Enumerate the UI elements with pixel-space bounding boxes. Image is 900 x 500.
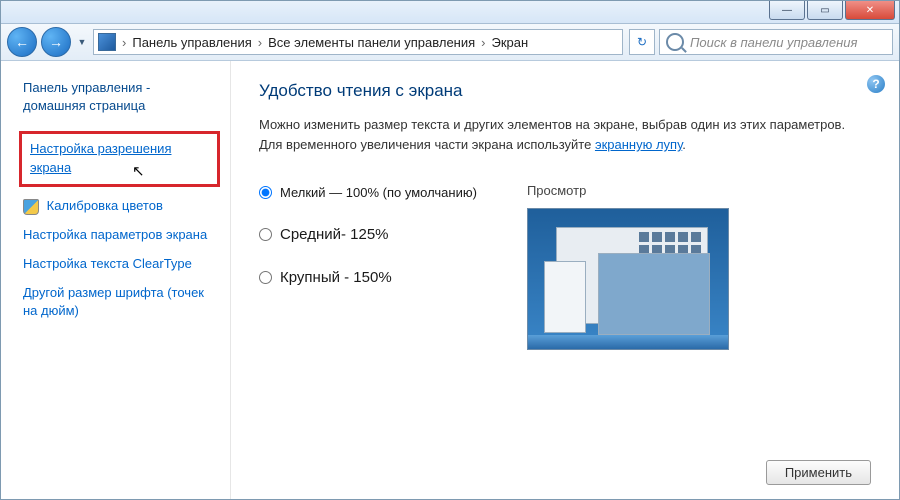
main-content: ? Удобство чтения с экрана Можно изменит… [231, 61, 899, 500]
breadcrumb-separator: › [256, 35, 264, 50]
apply-button[interactable]: Применить [766, 460, 871, 485]
sidebar-link-display-params[interactable]: Настройка параметров экрана [23, 226, 216, 245]
description-text: Можно изменить размер текста и других эл… [259, 115, 871, 155]
breadcrumb-separator: › [120, 35, 128, 50]
sidebar-link-resolution[interactable]: Настройка разрешения экрана [30, 140, 209, 178]
preview-icons-grid [639, 232, 701, 255]
address-bar[interactable]: › Панель управления › Все элементы панел… [93, 29, 623, 55]
history-dropdown-icon[interactable]: ▼ [75, 28, 89, 56]
radio-small[interactable]: Мелкий — 100% (по умолчанию) [259, 185, 477, 200]
control-panel-icon [98, 33, 116, 51]
magnifier-link[interactable]: экранную лупу [595, 137, 682, 152]
page-title: Удобство чтения с экрана [259, 81, 871, 101]
preview-window-icon [544, 261, 586, 333]
breadcrumb-separator: › [479, 35, 487, 50]
minimize-button[interactable]: — [769, 1, 805, 20]
body: Панель управления - домашняя страница На… [1, 61, 899, 500]
help-icon[interactable]: ? [867, 75, 885, 93]
radio-large[interactable]: Крупный - 150% [259, 269, 477, 286]
options-row: Мелкий — 100% (по умолчанию) Средний- 12… [259, 183, 871, 350]
preview-image [527, 208, 729, 350]
navigation-bar: ← → ▼ › Панель управления › Все элементы… [1, 24, 899, 61]
description-pre: Можно изменить размер текста и других эл… [259, 117, 845, 152]
preview-window-icon [598, 253, 710, 335]
sidebar-link-cleartype[interactable]: Настройка текста ClearType [23, 255, 216, 274]
title-bar: — ▭ ✕ [1, 1, 899, 24]
forward-button[interactable]: → [41, 27, 71, 57]
radio-medium[interactable]: Средний- 125% [259, 226, 477, 243]
preview-taskbar-icon [528, 335, 728, 349]
search-placeholder: Поиск в панели управления [690, 35, 857, 50]
radio-medium-input[interactable] [259, 228, 272, 241]
radio-medium-label: Средний- 125% [280, 226, 389, 243]
sidebar-home-link[interactable]: Панель управления - домашняя страница [23, 79, 216, 115]
search-icon [666, 33, 684, 51]
refresh-button[interactable]: ↻ [629, 29, 655, 55]
back-button[interactable]: ← [7, 27, 37, 57]
control-panel-window: — ▭ ✕ ← → ▼ › Панель управления › Все эл… [0, 0, 900, 500]
footer: Применить [259, 444, 871, 485]
sidebar-link-dpi[interactable]: Другой размер шрифта (точек на дюйм) [23, 284, 216, 322]
maximize-button[interactable]: ▭ [807, 1, 843, 20]
search-input[interactable]: Поиск в панели управления [659, 29, 893, 55]
breadcrumb-control-panel[interactable]: Панель управления [132, 35, 251, 50]
close-button[interactable]: ✕ [845, 1, 895, 20]
sidebar-link-calibration-label: Калибровка цветов [47, 198, 163, 213]
breadcrumb-display[interactable]: Экран [492, 35, 529, 50]
radio-large-label: Крупный - 150% [280, 269, 392, 286]
radio-small-input[interactable] [259, 186, 272, 199]
radio-large-input[interactable] [259, 271, 272, 284]
radio-small-label: Мелкий — 100% (по умолчанию) [280, 185, 477, 200]
sidebar-link-calibration[interactable]: Калибровка цветов [23, 197, 216, 216]
size-radio-group: Мелкий — 100% (по умолчанию) Средний- 12… [259, 183, 477, 350]
highlight-box: Настройка разрешения экрана ↖ [19, 131, 220, 187]
sidebar: Панель управления - домашняя страница На… [1, 61, 231, 500]
breadcrumb-all-items[interactable]: Все элементы панели управления [268, 35, 475, 50]
shield-icon [23, 199, 39, 215]
description-post: . [682, 137, 686, 152]
preview-column: Просмотр [527, 183, 729, 350]
preview-label: Просмотр [527, 183, 729, 198]
